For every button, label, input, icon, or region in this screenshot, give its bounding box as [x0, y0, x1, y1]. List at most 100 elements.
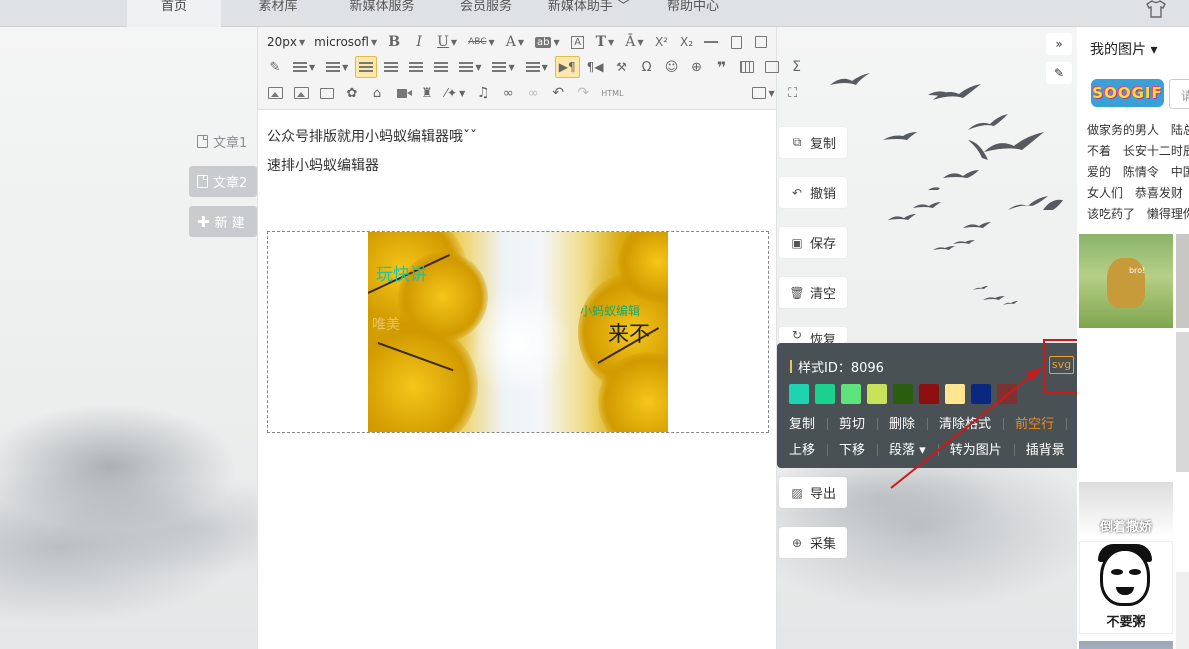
palette-icon[interactable]: ✿ [341, 82, 363, 104]
tag-item[interactable]: 陈情令 [1123, 165, 1159, 179]
nav-home[interactable]: 首页 [127, 0, 221, 27]
tag-item[interactable]: 做家务的男人 [1087, 123, 1159, 137]
tag-item[interactable]: 女人们 [1087, 186, 1123, 200]
outdent-icon[interactable]: ▼ [322, 56, 352, 78]
align-right-icon[interactable] [405, 56, 427, 78]
undo-icon[interactable]: ↶ [547, 82, 569, 104]
ltr-direction-icon[interactable]: ▶¶ [554, 56, 580, 78]
html-source-button[interactable]: HTML [597, 82, 627, 104]
new-article-button[interactable]: ✚ 新 建 [189, 206, 257, 237]
gif-thumb-2[interactable]: 倒着撒娇 [1079, 482, 1173, 538]
gif-thumb-3b[interactable] [1176, 572, 1189, 649]
tag-item[interactable]: 中国 [1171, 165, 1189, 179]
nav-new-media-assistant[interactable]: 新媒体助手 ﹀ [543, 0, 635, 27]
color-swatch[interactable] [997, 384, 1017, 404]
align-center-icon[interactable] [380, 56, 402, 78]
align-justify-icon[interactable] [430, 56, 452, 78]
color-swatch[interactable] [893, 384, 913, 404]
tag-item[interactable]: 陆总 [1171, 123, 1189, 137]
strikethrough-icon[interactable]: ABC ▼ [464, 31, 499, 53]
redo-icon[interactable]: ↷ [572, 82, 594, 104]
underline-icon[interactable]: U ▼ [433, 31, 461, 53]
map-pin-icon[interactable]: ⌂ [366, 82, 388, 104]
tag-item[interactable]: 不着 [1087, 144, 1111, 158]
bold-icon[interactable]: B [383, 31, 405, 53]
my-images-title[interactable]: 我的图片 ▾ [1090, 39, 1157, 59]
gif-thumb-1[interactable]: bro! [1079, 234, 1173, 328]
emoji-icon[interactable]: ☺ [661, 56, 683, 78]
style-op-button[interactable]: 清除格式 [927, 413, 1003, 432]
gif-thumb-2b[interactable] [1176, 332, 1189, 472]
tag-item[interactable]: 爱的 [1087, 165, 1111, 179]
save-button[interactable]: ▣ 保存 [779, 227, 847, 258]
style-op-button[interactable]: 前空行 [1003, 413, 1066, 432]
table-icon[interactable] [736, 56, 758, 78]
paragraph-spacing-icon[interactable]: ▼ [488, 56, 518, 78]
gif-thumb-4[interactable] [1079, 641, 1173, 649]
text-box-icon[interactable]: A [567, 31, 589, 53]
quote-icon[interactable]: ❞ [711, 56, 733, 78]
eraser-icon[interactable]: ✎ [264, 56, 286, 78]
skin-shirt-icon[interactable] [1145, 0, 1167, 18]
list-icon[interactable]: ▼ [522, 56, 552, 78]
selected-svg-block[interactable]: 玩快讲 唯美 小蚂蚁编辑 来不 [267, 231, 769, 433]
editor-content[interactable]: 公众号排版就用小蚂蚁编辑器哦ˇˇ 速排小蚂蚁编辑器 [267, 123, 767, 181]
style-op-button[interactable]: 插背景 [1013, 439, 1077, 458]
unlink-icon[interactable]: ∞ [522, 82, 544, 104]
letter-spacing-icon[interactable]: Ā ▼ [621, 31, 647, 53]
copy-button[interactable]: ⧉ 复制 [779, 127, 847, 158]
clear-brush-icon[interactable]: ♜ [416, 82, 438, 104]
color-swatch[interactable] [919, 384, 939, 404]
subscript-icon[interactable]: X₂ [675, 31, 697, 53]
font-family-select[interactable]: microsofl ▼ [311, 31, 380, 53]
tag-item[interactable]: 该吃药了 [1087, 207, 1135, 221]
gif-thumb-3[interactable]: 不要粥 [1079, 541, 1173, 634]
style-op-button[interactable]: 复制 [789, 413, 827, 432]
background-color-icon[interactable]: ab ▼ [531, 31, 564, 53]
style-op-button[interactable]: 段落 ▾ [877, 439, 938, 458]
tag-item[interactable]: 恭喜发财 [1135, 186, 1183, 200]
horizontal-rule-icon[interactable] [700, 31, 722, 53]
collect-button[interactable]: ⊕ 采集 [779, 527, 847, 558]
nav-materials[interactable]: 素材库 [235, 0, 321, 27]
font-color-icon[interactable]: A ▼ [502, 31, 528, 53]
nav-member-service[interactable]: 会员服务 [443, 0, 529, 27]
line-height-icon[interactable]: ▼ [455, 56, 485, 78]
image-icon[interactable] [264, 82, 287, 104]
italic-icon[interactable]: I [408, 31, 430, 53]
color-swatch[interactable] [945, 384, 965, 404]
export-button[interactable]: ▨ 导出 [779, 477, 847, 508]
superscript-icon[interactable]: X² [650, 31, 672, 53]
format-brush-icon[interactable]: ⚒ [611, 56, 633, 78]
tag-item[interactable]: 长安十二时辰 [1123, 144, 1189, 158]
undo-button[interactable]: ↶ 撤销 [779, 177, 847, 208]
color-swatch[interactable] [841, 384, 861, 404]
restore-button[interactable]: ↻ 恢复 [779, 327, 847, 343]
page-icon[interactable] [725, 31, 747, 53]
image-search-input[interactable]: 请 [1169, 79, 1189, 109]
nav-new-media-service[interactable]: 新媒体服务 [335, 0, 429, 27]
style-op-button[interactable]: 上移 [789, 439, 827, 458]
align-left-icon[interactable] [355, 56, 378, 78]
multi-image-icon[interactable] [290, 82, 313, 104]
svg-button[interactable]: svg [1049, 356, 1074, 374]
gif-thumb-1b[interactable] [1176, 234, 1189, 328]
rtl-direction-icon[interactable]: ¶◀ [583, 56, 608, 78]
style-op-button[interactable]: 剪切 [827, 413, 877, 432]
collapse-chevron-icon[interactable]: » [1046, 33, 1072, 55]
template-icon[interactable]: ▼ [748, 82, 778, 104]
article-item-2[interactable]: 文章2 [189, 166, 257, 197]
text-transform-icon[interactable]: T ▼ [592, 31, 619, 53]
color-swatch[interactable] [867, 384, 887, 404]
tag-item[interactable]: 懒得理你 [1147, 207, 1189, 221]
nav-help-center[interactable]: 帮助中心 [654, 0, 732, 27]
clear-button[interactable]: 🗑 清空 [779, 277, 847, 308]
indent-icon[interactable]: ▼ [289, 56, 319, 78]
export-icon[interactable] [750, 31, 772, 53]
article-item-1[interactable]: 文章1 [189, 126, 257, 157]
magic-wand-icon[interactable]: ⁄✦ ▼ [441, 82, 469, 104]
font-size-select[interactable]: 20px ▼ [264, 31, 308, 53]
screen-icon[interactable] [316, 82, 338, 104]
music-icon[interactable]: ♫ [472, 82, 494, 104]
video-icon[interactable] [391, 82, 413, 104]
